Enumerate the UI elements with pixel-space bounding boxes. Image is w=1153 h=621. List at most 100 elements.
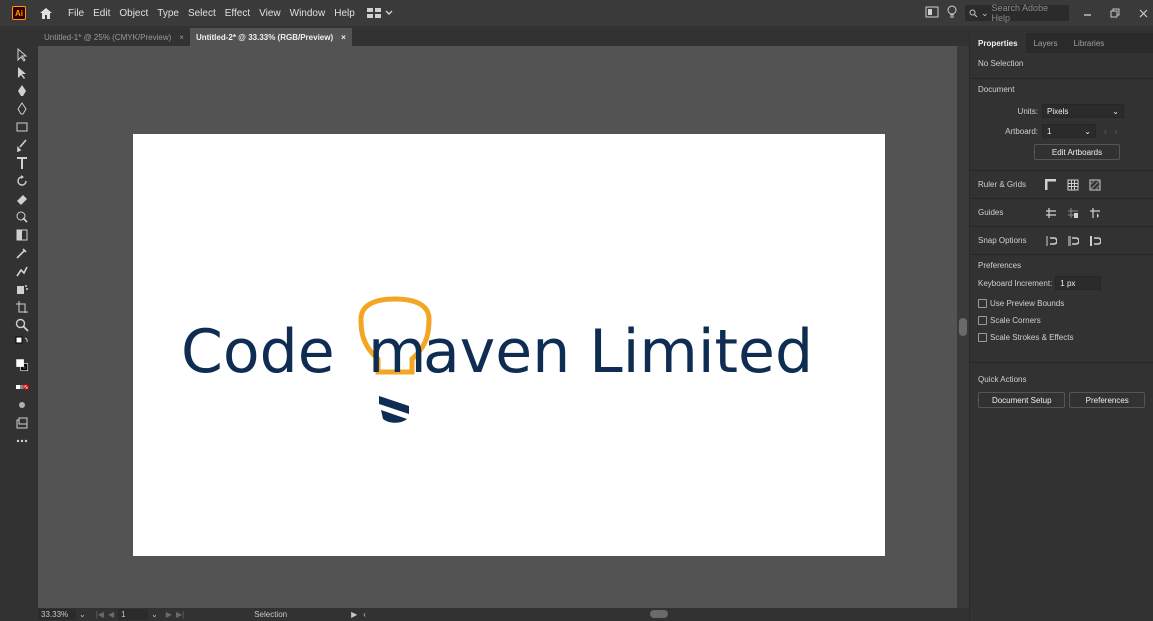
rectangle-tool-icon[interactable] <box>11 118 33 136</box>
rotate-tool-icon[interactable] <box>11 172 33 190</box>
use-preview-bounds-checkbox[interactable]: Use Preview Bounds <box>978 299 1145 308</box>
menu-file[interactable]: File <box>68 8 84 19</box>
rulers-icon[interactable] <box>1044 178 1058 192</box>
color-mode-icon[interactable] <box>11 378 33 396</box>
chevron-down-icon[interactable]: ⌄ <box>151 610 158 619</box>
minimize-button[interactable] <box>1077 5 1097 21</box>
default-colors-icon[interactable] <box>11 334 33 352</box>
home-icon[interactable] <box>38 5 54 21</box>
guides-label: Guides <box>978 208 1004 217</box>
scale-strokes-checkbox[interactable]: Scale Strokes & Effects <box>978 333 1145 342</box>
units-dropdown[interactable]: Pixels ⌄ <box>1042 104 1124 118</box>
artboard[interactable]: Code m aven Limited <box>133 134 885 556</box>
status-menu-arrow-icon[interactable]: ▶ <box>351 610 357 619</box>
app-logo[interactable]: Ai <box>12 6 26 20</box>
doc-tab-untitled-2[interactable]: Untitled-2* @ 33.33% (RGB/Preview) × <box>189 28 352 46</box>
selection-tool-icon[interactable] <box>11 46 33 64</box>
arrange-documents-icon[interactable] <box>925 6 939 21</box>
pen-tool-icon[interactable] <box>11 82 33 100</box>
menu-type[interactable]: Type <box>157 8 179 19</box>
company-logo[interactable]: Code m aven Limited <box>133 134 885 556</box>
menu-edit[interactable]: Edit <box>93 8 110 19</box>
workspace-grid-icon <box>366 8 381 18</box>
close-tab-icon[interactable]: × <box>179 33 184 42</box>
search-box[interactable]: ⌄ Search Adobe Help <box>965 3 1069 23</box>
tab-libraries[interactable]: Libraries <box>1066 33 1113 53</box>
curvature-tool-icon[interactable] <box>11 100 33 118</box>
artboard-label: Artboard: <box>1005 126 1038 136</box>
chevron-down-icon: ⌄ <box>1112 106 1119 116</box>
paintbrush-tool-icon[interactable] <box>11 136 33 154</box>
scale-corners-checkbox[interactable]: Scale Corners <box>978 316 1145 325</box>
type-tool-icon[interactable] <box>11 154 33 172</box>
menu-effect[interactable]: Effect <box>225 8 250 19</box>
gradient-tool-icon[interactable] <box>11 226 33 244</box>
puppet-warp-tool-icon[interactable] <box>11 262 33 280</box>
last-artboard-icon[interactable]: ▶| <box>176 610 184 619</box>
units-value: Pixels <box>1047 106 1069 116</box>
direct-selection-tool-icon[interactable] <box>11 64 33 82</box>
artboard-dropdown[interactable]: 1 ⌄ <box>1042 124 1096 138</box>
symbol-sprayer-tool-icon[interactable] <box>11 280 33 298</box>
scroll-left-icon[interactable]: ‹ <box>363 610 366 619</box>
menu-window[interactable]: Window <box>290 8 326 19</box>
properties-panel: Properties Layers Libraries No Selection… <box>969 33 1153 621</box>
artboard-number[interactable]: 1 <box>118 609 149 620</box>
restore-button[interactable] <box>1105 5 1125 21</box>
snap-to-point-icon[interactable] <box>1044 234 1058 248</box>
show-guides-icon[interactable] <box>1044 206 1058 220</box>
lock-guides-icon[interactable] <box>1066 206 1080 220</box>
artboard-tool-icon[interactable] <box>11 298 33 316</box>
close-window-button[interactable] <box>1133 5 1153 21</box>
checkbox-box[interactable] <box>978 333 987 342</box>
workspace-switcher[interactable] <box>366 8 393 18</box>
screen-mode-icon[interactable] <box>11 414 33 432</box>
grid-icon[interactable] <box>1066 178 1080 192</box>
menu-object[interactable]: Object <box>119 8 148 19</box>
fill-stroke-swatch[interactable] <box>11 352 33 378</box>
transparency-grid-icon[interactable] <box>1088 178 1102 192</box>
previous-artboard-icon[interactable]: ◀ <box>108 610 114 619</box>
next-artboard-icon[interactable]: ▶ <box>166 610 172 619</box>
document-setup-button[interactable]: Document Setup <box>978 392 1066 408</box>
checkbox-box[interactable] <box>978 316 987 325</box>
zoom-level[interactable]: 33.33% <box>38 609 76 620</box>
previous-artboard-icon[interactable]: ‹ <box>1104 127 1107 136</box>
status-bar: 33.33% ⌄ |◀ ◀ 1 ⌄ ▶ ▶| Selection ▶ ‹ <box>38 608 969 621</box>
current-tool-status[interactable]: Selection <box>254 610 287 619</box>
snap-to-glyph-icon[interactable] <box>1088 234 1102 248</box>
logo-text-m: m <box>368 317 426 387</box>
eyedropper-tool-icon[interactable] <box>11 244 33 262</box>
lightbulb-icon[interactable] <box>947 5 957 22</box>
menu-help[interactable]: Help <box>334 8 355 19</box>
close-tab-icon[interactable]: × <box>341 33 346 42</box>
units-label: Units: <box>1017 106 1038 116</box>
snap-to-pixel-icon[interactable] <box>1066 234 1080 248</box>
zoom-tool-icon[interactable] <box>11 316 33 334</box>
horizontal-scroll-thumb[interactable] <box>650 610 668 618</box>
first-artboard-icon[interactable]: |◀ <box>96 610 104 619</box>
search-icon <box>969 9 978 17</box>
menu-select[interactable]: Select <box>188 8 216 19</box>
doc-tab-untitled-1[interactable]: Untitled-1* @ 25% (CMYK/Preview) × <box>38 28 190 46</box>
smart-guides-icon[interactable] <box>1088 206 1102 220</box>
menu-view[interactable]: View <box>259 8 281 19</box>
menu-bar: Ai File Edit Object Type Select Effect V… <box>0 0 1153 26</box>
more-tools-icon[interactable] <box>11 432 33 450</box>
canvas-area[interactable]: Code m aven Limited <box>38 46 957 608</box>
vertical-scroll-thumb[interactable] <box>959 318 967 336</box>
document-tabs: Untitled-1* @ 25% (CMYK/Preview) × Untit… <box>38 28 966 46</box>
preferences-button[interactable]: Preferences <box>1069 392 1145 408</box>
shape-builder-tool-icon[interactable] <box>11 208 33 226</box>
eraser-tool-icon[interactable] <box>11 190 33 208</box>
artboard-value: 1 <box>1047 126 1052 136</box>
keyboard-increment-input[interactable]: 1 px <box>1055 276 1102 290</box>
edit-artboards-button[interactable]: Edit Artboards <box>1034 144 1120 160</box>
checkbox-box[interactable] <box>978 299 987 308</box>
chevron-down-icon[interactable]: ⌄ <box>79 610 86 619</box>
tab-layers[interactable]: Layers <box>1026 33 1066 53</box>
tab-properties[interactable]: Properties <box>970 33 1026 53</box>
next-artboard-icon[interactable]: › <box>1115 127 1118 136</box>
drawing-mode-icon[interactable] <box>11 396 33 414</box>
vertical-scrollbar[interactable] <box>957 46 969 608</box>
